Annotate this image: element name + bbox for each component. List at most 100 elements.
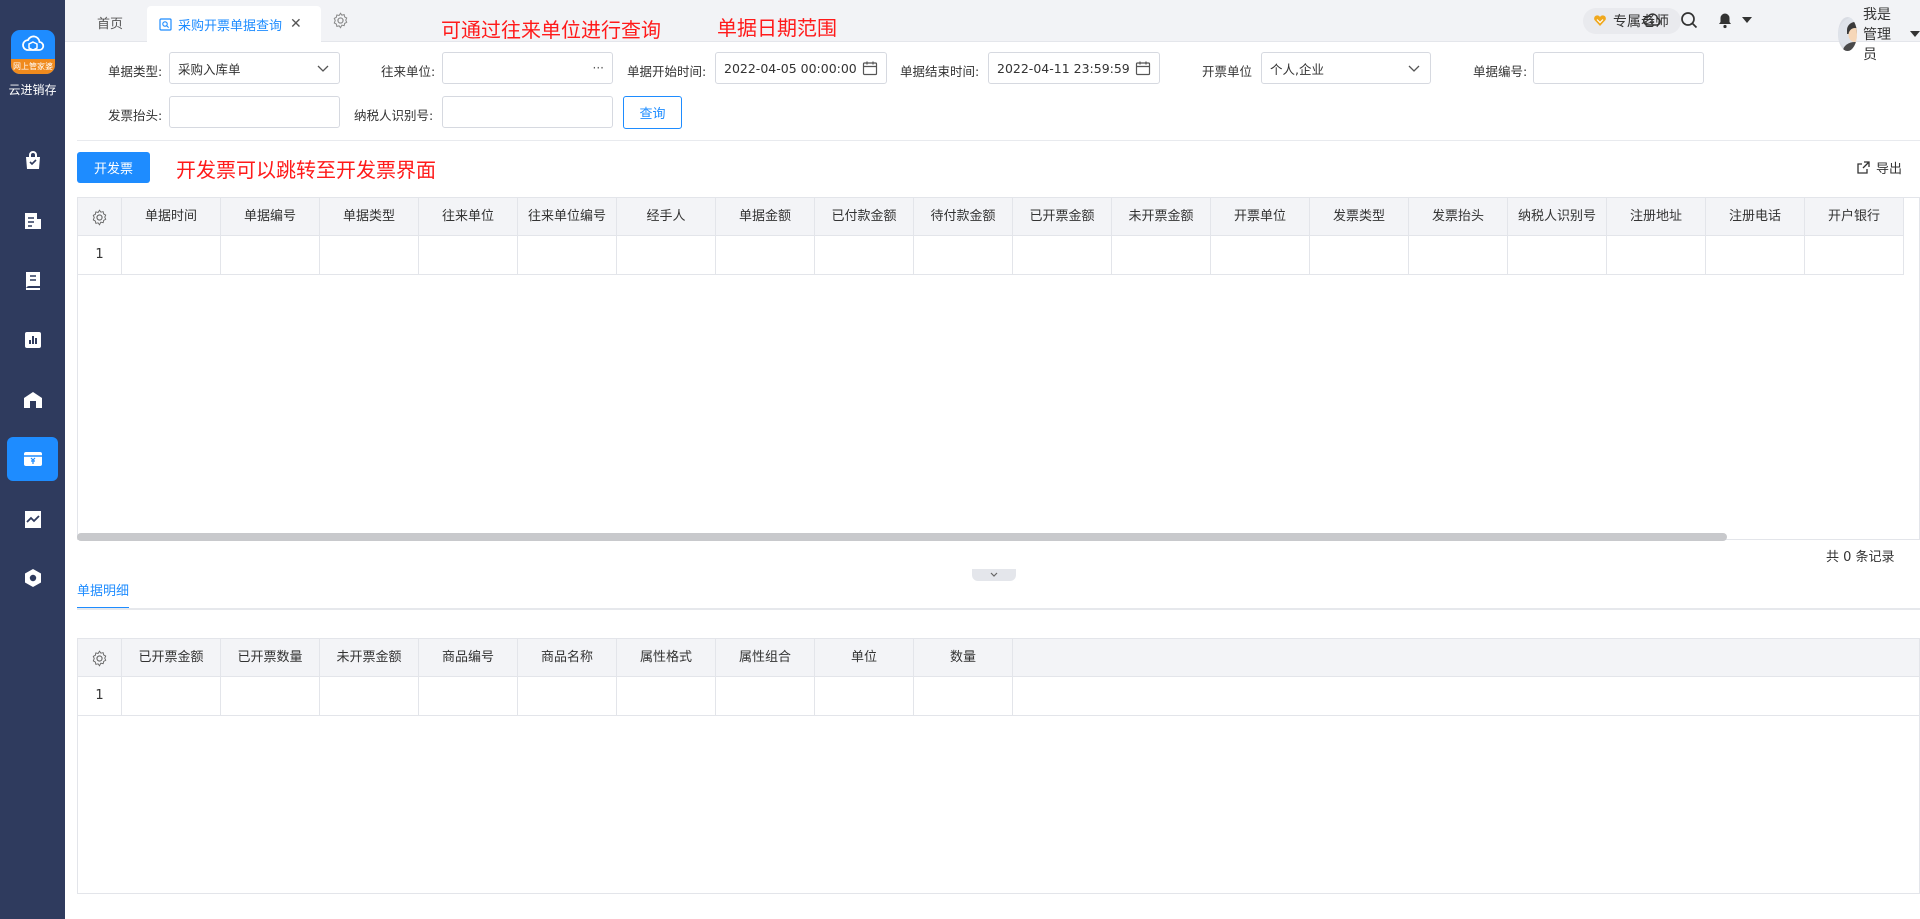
column-header[interactable]: 未开票金额 [320,639,419,677]
table-cell[interactable] [518,236,617,274]
doc-type-select[interactable]: 采购入库单 [169,52,340,84]
table-cell[interactable] [221,236,320,274]
invoice-unit-select[interactable]: 个人,企业 [1261,52,1431,84]
table-cell[interactable] [815,677,914,715]
bell-icon[interactable] [1715,10,1735,30]
column-header[interactable]: 待付款金额 [914,198,1013,236]
table-header: 单据时间 单据编号 单据类型 往来单位 往来单位编号 经手人 单据金额 已付款金额 待付款金额已… [78,198,1904,236]
column-header[interactable]: 单据金额 [716,198,815,236]
tab-doc-detail[interactable]: 单据明细 [77,580,130,609]
panel-collapse-handle[interactable] [972,569,1016,581]
gear-icon[interactable] [332,12,349,29]
tab-purchase-invoice-query[interactable]: 采购开票单据查询 ✕ [147,6,321,42]
column-settings[interactable] [78,198,122,236]
horizontal-scrollbar[interactable] [77,533,1727,541]
table-cell[interactable] [1112,236,1211,274]
table-cell[interactable] [914,236,1013,274]
column-header[interactable]: 数量 [914,639,1013,677]
table-cell[interactable] [815,236,914,274]
column-header[interactable]: 往来单位编号 [518,198,617,236]
vip-teacher-badge[interactable]: 专属老师 [1583,8,1681,34]
column-header[interactable]: 已付款金额 [815,198,914,236]
row-index: 1 [78,677,122,715]
column-header[interactable]: 开票单位 [1211,198,1310,236]
search-icon[interactable] [1679,10,1699,30]
table-row[interactable]: 1 [78,677,1919,716]
invoice-title-input[interactable] [169,96,340,128]
partner-more-icon[interactable]: ··· [593,61,604,75]
column-header[interactable]: 属性组合 [716,639,815,677]
column-header[interactable]: 已开票金额 [122,639,221,677]
table-cell[interactable] [617,677,716,715]
shopping-bag-icon [25,151,40,169]
tab-home[interactable]: 首页 [97,13,123,32]
user-menu[interactable]: 我是管理员 [1838,4,1920,64]
annotation-unit-hint: 可通过往来单位进行查询 [441,18,661,42]
notification-caret-icon[interactable] [1742,17,1752,23]
table-cell[interactable] [1211,236,1310,274]
table-cell[interactable] [716,236,815,274]
app-logo[interactable]: 网上管家婆 [11,30,55,74]
column-header[interactable]: 注册电话 [1706,198,1805,236]
cloud-download-icon[interactable] [1642,10,1662,30]
table-cell[interactable] [320,236,419,274]
column-header[interactable]: 单位 [815,639,914,677]
table-cell[interactable] [1805,236,1904,274]
table-cell[interactable] [419,677,518,715]
column-header[interactable]: 发票抬头 [1409,198,1508,236]
column-header[interactable]: 未开票金额 [1112,198,1211,236]
export-button[interactable]: 导出 [1856,158,1902,177]
table-cell[interactable] [1409,236,1508,274]
table-cell[interactable] [1508,236,1607,274]
open-invoice-button[interactable]: 开发票 [77,152,150,183]
table-cell[interactable] [518,677,617,715]
table-cell[interactable] [1310,236,1409,274]
column-header[interactable]: 发票类型 [1310,198,1409,236]
column-header[interactable]: 单据时间 [122,198,221,236]
column-header[interactable]: 商品编号 [419,639,518,677]
column-header[interactable]: 单据编号 [221,198,320,236]
nav-item-reports[interactable] [7,318,58,362]
table-cell[interactable] [1013,236,1112,274]
nav-item-purchase[interactable] [7,139,58,183]
query-button[interactable]: 查询 [623,96,682,129]
sidebar: 网上管家婆 云进销存 [0,0,65,919]
column-header[interactable]: 往来单位 [419,198,518,236]
vip-heart-icon [1594,15,1606,26]
column-header[interactable]: 属性格式 [617,639,716,677]
table-cell[interactable] [914,677,1013,715]
column-header[interactable]: 已开票数量 [221,639,320,677]
table-cell[interactable] [419,236,518,274]
partner-input[interactable]: ··· [442,52,613,84]
column-header[interactable]: 开户银行 [1805,198,1904,236]
taxpayer-input[interactable] [442,96,613,128]
table-cell[interactable] [122,677,221,715]
table-cell[interactable] [1607,236,1706,274]
column-header[interactable]: 已开票金额 [1013,198,1112,236]
start-time-picker[interactable]: 2022-04-05 00:00:00 [715,52,887,84]
nav-item-warehouse[interactable] [7,378,58,422]
nav-item-inventory[interactable] [7,258,58,302]
table-cell[interactable] [320,677,419,715]
nav-item-analysis[interactable] [7,497,58,541]
table-row[interactable]: 1 [78,236,1904,275]
end-time-picker[interactable]: 2022-04-11 23:59:59 [988,52,1160,84]
nav-item-settings[interactable] [7,556,58,600]
column-header[interactable]: 商品名称 [518,639,617,677]
nav-item-sales[interactable] [7,199,58,243]
column-header[interactable]: 注册地址 [1607,198,1706,236]
column-header[interactable]: 单据类型 [320,198,419,236]
table-cell[interactable] [122,236,221,274]
column-header[interactable]: 经手人 [617,198,716,236]
column-header[interactable]: 纳税人识别号 [1508,198,1607,236]
chevron-down-icon [990,572,998,577]
table-cell[interactable] [617,236,716,274]
table-cell[interactable] [716,677,815,715]
table-cell[interactable] [221,677,320,715]
tab-label: 采购开票单据查询 [178,18,283,34]
column-settings[interactable] [78,639,122,677]
doc-no-input[interactable] [1533,52,1704,84]
nav-item-finance[interactable] [7,437,58,481]
table-cell[interactable] [1706,236,1805,274]
tab-close-icon[interactable]: ✕ [290,16,302,32]
